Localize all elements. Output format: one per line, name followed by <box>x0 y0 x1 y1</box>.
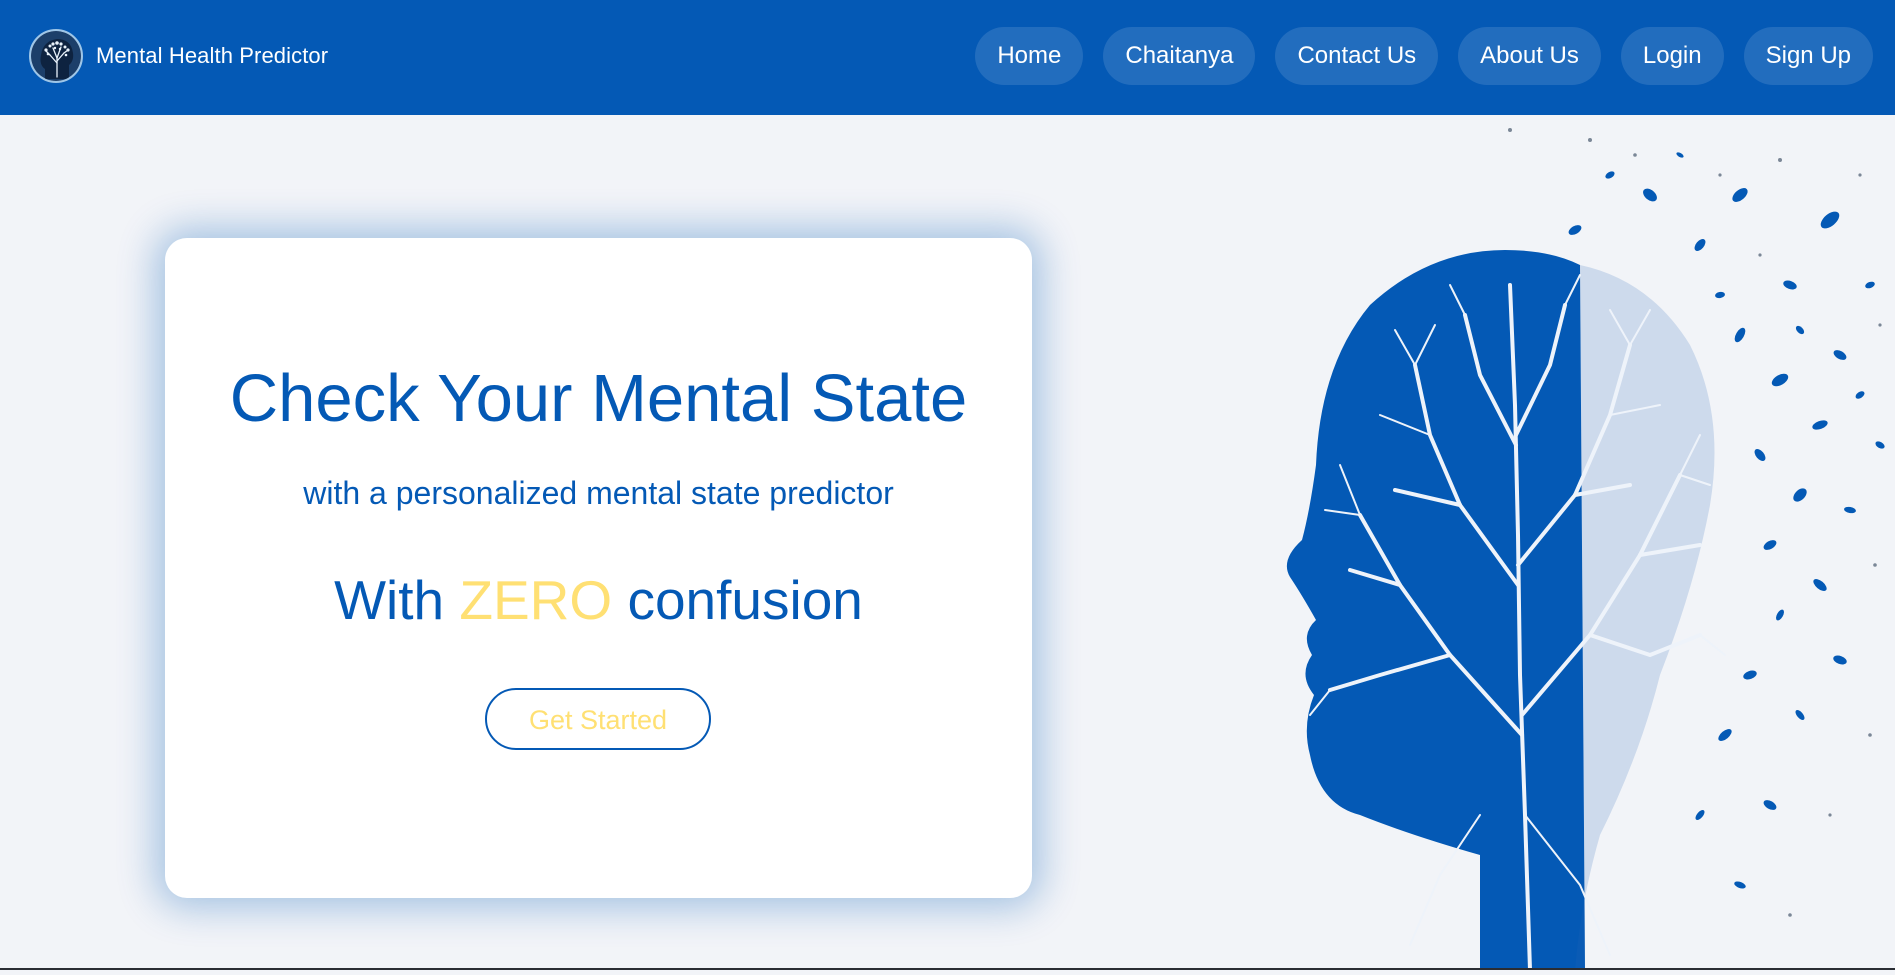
nav-home[interactable]: Home <box>975 27 1084 85</box>
hero-subtitle: with a personalized mental state predict… <box>303 475 894 511</box>
nav-chaitanya[interactable]: Chaitanya <box>1103 27 1256 85</box>
hero-title: Check Your Mental State <box>229 361 968 436</box>
tagline-suffix: confusion <box>627 569 863 631</box>
tree-head-logo-icon <box>29 29 83 83</box>
tree-head-silhouette-icon <box>1180 115 1895 972</box>
hero-card: Check Your Mental State with a personali… <box>165 238 1032 898</box>
main-nav: Home Chaitanya Contact Us About Us Login… <box>975 27 1873 85</box>
nav-login[interactable]: Login <box>1620 27 1724 85</box>
nav-about-us[interactable]: About Us <box>1458 27 1601 85</box>
get-started-button[interactable]: Get Started <box>485 688 711 750</box>
top-navbar: Mental Health Predictor Home Chaitanya C… <box>0 0 1895 115</box>
nav-sign-up[interactable]: Sign Up <box>1743 27 1873 85</box>
hero-tagline: With ZERO confusion <box>165 568 1032 632</box>
tagline-prefix: With <box>334 569 445 631</box>
tagline-highlight: ZERO <box>459 569 613 631</box>
brand[interactable]: Mental Health Predictor <box>29 29 328 83</box>
nav-contact-us[interactable]: Contact Us <box>1275 27 1439 85</box>
brand-name: Mental Health Predictor <box>96 43 329 68</box>
